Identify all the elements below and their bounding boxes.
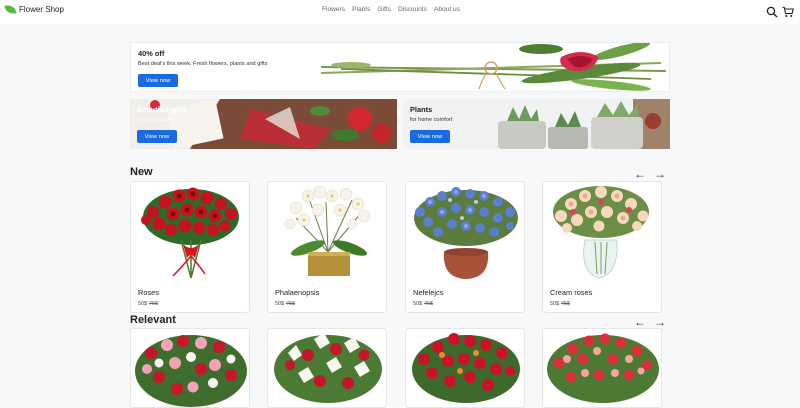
product-name: Nefelejcs: [413, 288, 444, 297]
banner-main-title: 40% off: [138, 49, 165, 58]
current-price: 50$: [550, 301, 559, 307]
product-card[interactable]: [130, 328, 250, 408]
banner-plants-subtitle: for home comfort: [410, 117, 453, 123]
brand-logo[interactable]: Flower Shop: [4, 4, 64, 15]
current-price: 50$: [275, 301, 284, 307]
search-icon[interactable]: [766, 5, 778, 18]
product-image-nefelejcs: [414, 187, 518, 279]
product-card[interactable]: [267, 328, 387, 408]
banner-plants-title: Plants: [410, 105, 433, 114]
product-price: 50$ 75$: [550, 301, 570, 307]
leaf-icon: [4, 4, 17, 15]
product-name: Cream roses: [550, 288, 593, 297]
promo-banner-main: 40% off Best deal's this week. Fresh flo…: [130, 42, 670, 92]
product-card[interactable]: Cream roses 50$ 75$: [542, 181, 662, 313]
banner-gifts-title: Beautiful gifts: [137, 105, 187, 114]
product-card[interactable]: Roses 50$ 75$: [130, 181, 250, 313]
nav-plants[interactable]: Plants: [352, 6, 370, 13]
product-name: Phalaenopsis: [275, 288, 320, 297]
banner-main-subtitle: Best deal's this week. Fresh flowers, pl…: [138, 61, 268, 67]
product-image-red-bouquet: [412, 333, 520, 403]
banner-plants-view-button[interactable]: View now: [410, 130, 450, 143]
plants-image: [498, 99, 670, 149]
nav-gifts[interactable]: Gifts: [377, 6, 391, 13]
promo-banner-gifts: Beautiful gifts for loved ones View now: [130, 99, 397, 149]
nav-flowers[interactable]: Flowers: [322, 6, 345, 13]
section-title-relevant: Relevant: [130, 314, 176, 326]
product-image-pink-red-bouquet: [547, 333, 659, 403]
product-image-roses: [141, 187, 239, 279]
product-price: 50$ 75$: [275, 301, 295, 307]
old-price: 75$: [149, 301, 158, 307]
old-price: 75$: [424, 301, 433, 307]
new-prev-arrow-icon[interactable]: ←: [634, 168, 646, 180]
brand-name: Flower Shop: [19, 5, 64, 14]
product-card[interactable]: [405, 328, 525, 408]
nav-discounts[interactable]: Discounts: [398, 6, 427, 13]
banner-gifts-view-button[interactable]: View now: [137, 130, 177, 143]
current-price: 50$: [413, 301, 422, 307]
product-name: Roses: [138, 288, 159, 297]
flower-bouquet-image: [320, 43, 667, 91]
new-next-arrow-icon[interactable]: →: [654, 168, 666, 180]
main-nav: Flowers Plants Gifts Discounts About us: [322, 6, 460, 13]
product-image-cream-roses: [553, 186, 649, 279]
old-price: 75$: [561, 301, 570, 307]
current-price: 50$: [138, 301, 147, 307]
top-bar: Flower Shop Flowers Plants Gifts Discoun…: [0, 0, 800, 24]
nav-about-us[interactable]: About us: [434, 6, 460, 13]
product-image-lily-bouquet: [274, 333, 382, 403]
promo-banner-plants: Plants for home comfort View now: [403, 99, 670, 149]
old-price: 75$: [286, 301, 295, 307]
product-image-phalaenopsis: [284, 185, 371, 276]
product-card[interactable]: [542, 328, 662, 408]
section-title-new: New: [130, 166, 153, 178]
product-price: 50$ 75$: [138, 301, 158, 307]
product-price: 50$ 75$: [413, 301, 433, 307]
banner-gifts-subtitle: for loved ones: [137, 117, 173, 123]
relevant-next-arrow-icon[interactable]: →: [654, 316, 666, 328]
product-image-mixed-bouquet: [135, 335, 247, 407]
relevant-prev-arrow-icon[interactable]: ←: [634, 316, 646, 328]
product-card[interactable]: Phalaenopsis 50$ 75$: [267, 181, 387, 313]
cart-icon[interactable]: [782, 5, 794, 17]
product-card[interactable]: Nefelejcs 50$ 75$: [405, 181, 525, 313]
banner-main-view-button[interactable]: View now: [138, 74, 178, 87]
